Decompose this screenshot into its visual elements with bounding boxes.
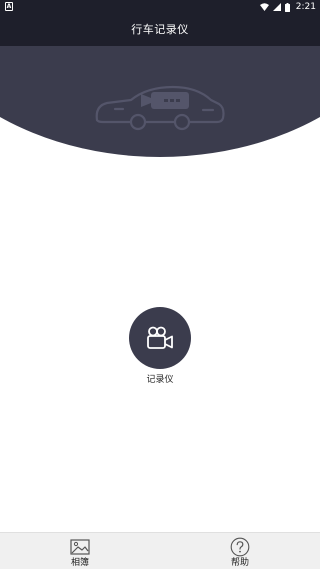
recorder-label: 记录仪 bbox=[146, 375, 174, 385]
battery-icon bbox=[284, 2, 290, 12]
car-camera-icon bbox=[95, 85, 225, 131]
image-icon bbox=[70, 539, 90, 555]
nav-item-help[interactable]: 帮助 bbox=[200, 533, 280, 569]
recorder-button[interactable] bbox=[129, 307, 191, 369]
app-header: 行车记录仪 bbox=[0, 14, 320, 46]
wifi-icon bbox=[259, 3, 269, 11]
notification-icon: A bbox=[5, 2, 13, 11]
bottom-nav: 相簿 帮助 bbox=[0, 532, 320, 569]
signal-icon bbox=[272, 3, 281, 11]
nav-label-album: 相簿 bbox=[70, 558, 89, 568]
nav-item-album[interactable]: 相簿 bbox=[40, 533, 120, 569]
status-icons: 2:21 bbox=[259, 0, 316, 14]
video-camera-icon bbox=[147, 326, 173, 349]
help-icon bbox=[230, 537, 250, 557]
hero-banner bbox=[0, 46, 320, 158]
status-time: 2:21 bbox=[295, 2, 316, 12]
nav-label-help: 帮助 bbox=[230, 558, 249, 568]
status-bar: A 2:21 bbox=[0, 0, 320, 14]
page-title: 行车记录仪 bbox=[131, 23, 189, 36]
